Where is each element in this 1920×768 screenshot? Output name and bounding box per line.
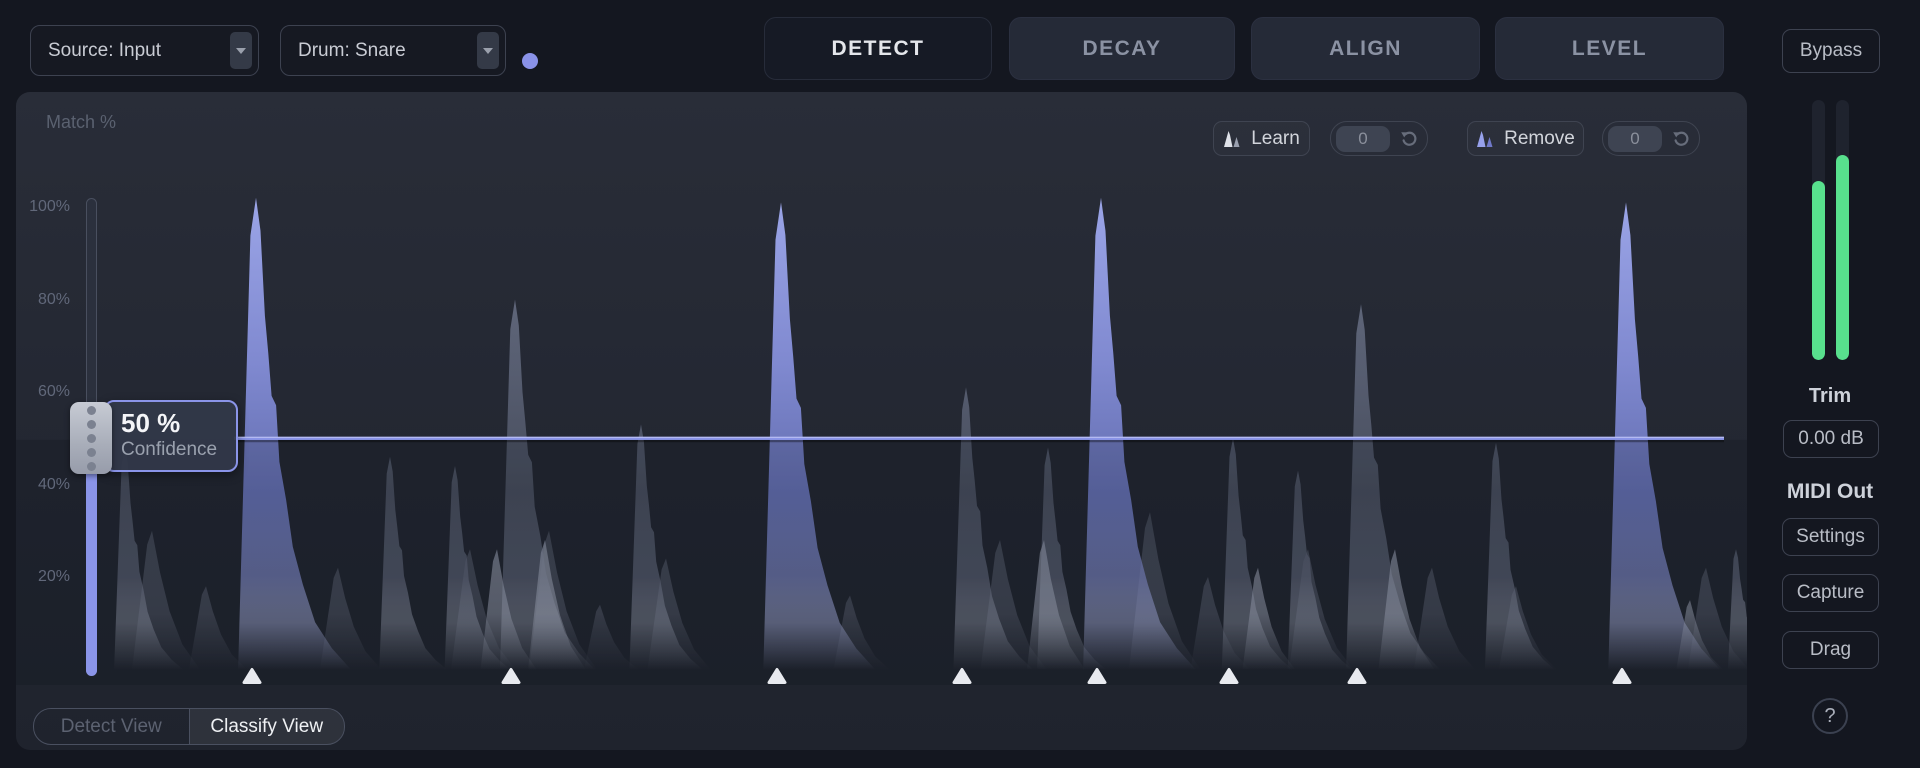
remove-counter[interactable]: 0: [1602, 121, 1700, 156]
trim-label: Trim: [1808, 385, 1852, 407]
confidence-tooltip: 50 % Confidence: [104, 400, 238, 473]
output-meter-left: [1812, 100, 1825, 360]
learn-button-label: Learn: [1251, 127, 1300, 149]
y-axis-label: 40%: [37, 475, 70, 493]
source-select[interactable]: Source: Input: [30, 25, 259, 76]
tab-detect[interactable]: DETECT: [764, 17, 992, 80]
detect-view-button[interactable]: Detect View: [34, 709, 189, 744]
y-axis-label: 60%: [37, 383, 70, 400]
midi-settings-button[interactable]: Settings: [1782, 518, 1879, 556]
undo-icon[interactable]: [1671, 129, 1691, 149]
learn-button[interactable]: Learn: [1213, 121, 1310, 156]
chevron-down-icon: [483, 47, 493, 54]
remove-count: 0: [1608, 125, 1662, 152]
threshold-line-shadow: [234, 439, 1724, 443]
bypass-button[interactable]: Bypass: [1782, 29, 1880, 73]
help-button[interactable]: ?: [1812, 698, 1848, 734]
match-chart[interactable]: [16, 92, 1747, 750]
drum-select[interactable]: Drum: Snare: [280, 25, 506, 76]
chart-title: Match %: [46, 112, 117, 132]
learn-peaks-icon: [1224, 130, 1240, 147]
dropdown-arrow-box[interactable]: [477, 32, 499, 69]
dropdown-arrow-box[interactable]: [230, 32, 252, 69]
y-axis-label: 80%: [37, 290, 70, 308]
below-threshold-shade: [16, 439, 1747, 685]
confidence-slider-handle[interactable]: [70, 402, 112, 475]
learn-counter[interactable]: 0: [1330, 121, 1428, 156]
trim-value-field[interactable]: 0.00 dB: [1783, 420, 1879, 458]
y-axis-label: 100%: [29, 198, 70, 215]
status-dot: [522, 53, 538, 69]
y-axis-label: 20%: [37, 568, 70, 585]
learn-count: 0: [1336, 125, 1390, 152]
undo-icon[interactable]: [1399, 129, 1419, 149]
tab-level[interactable]: LEVEL: [1495, 17, 1724, 80]
remove-button-label: Remove: [1504, 127, 1575, 149]
tab-decay[interactable]: DECAY: [1009, 17, 1235, 80]
view-toggle: Detect View Classify View: [33, 708, 345, 745]
classify-view-button[interactable]: Classify View: [188, 709, 344, 744]
match-panel: Match % 100% 80% 60% 40% 20% 50 % Confidence…: [16, 92, 1747, 750]
threshold-line-highlight: [234, 436, 1724, 438]
midi-capture-button[interactable]: Capture: [1782, 574, 1879, 612]
source-select-label: Source: Input: [48, 39, 162, 61]
confidence-value: 50 %: [121, 408, 181, 439]
drum-select-label: Drum: Snare: [298, 39, 406, 61]
midi-drag-button[interactable]: Drag: [1782, 631, 1879, 669]
output-meter-right: [1836, 100, 1849, 360]
tab-align[interactable]: ALIGN: [1251, 17, 1480, 80]
chevron-down-icon: [236, 47, 246, 54]
remove-button[interactable]: Remove: [1467, 121, 1584, 156]
confidence-label: Confidence: [121, 439, 218, 461]
midi-out-label: MIDI Out: [1786, 480, 1874, 503]
remove-peaks-icon: [1477, 130, 1493, 147]
